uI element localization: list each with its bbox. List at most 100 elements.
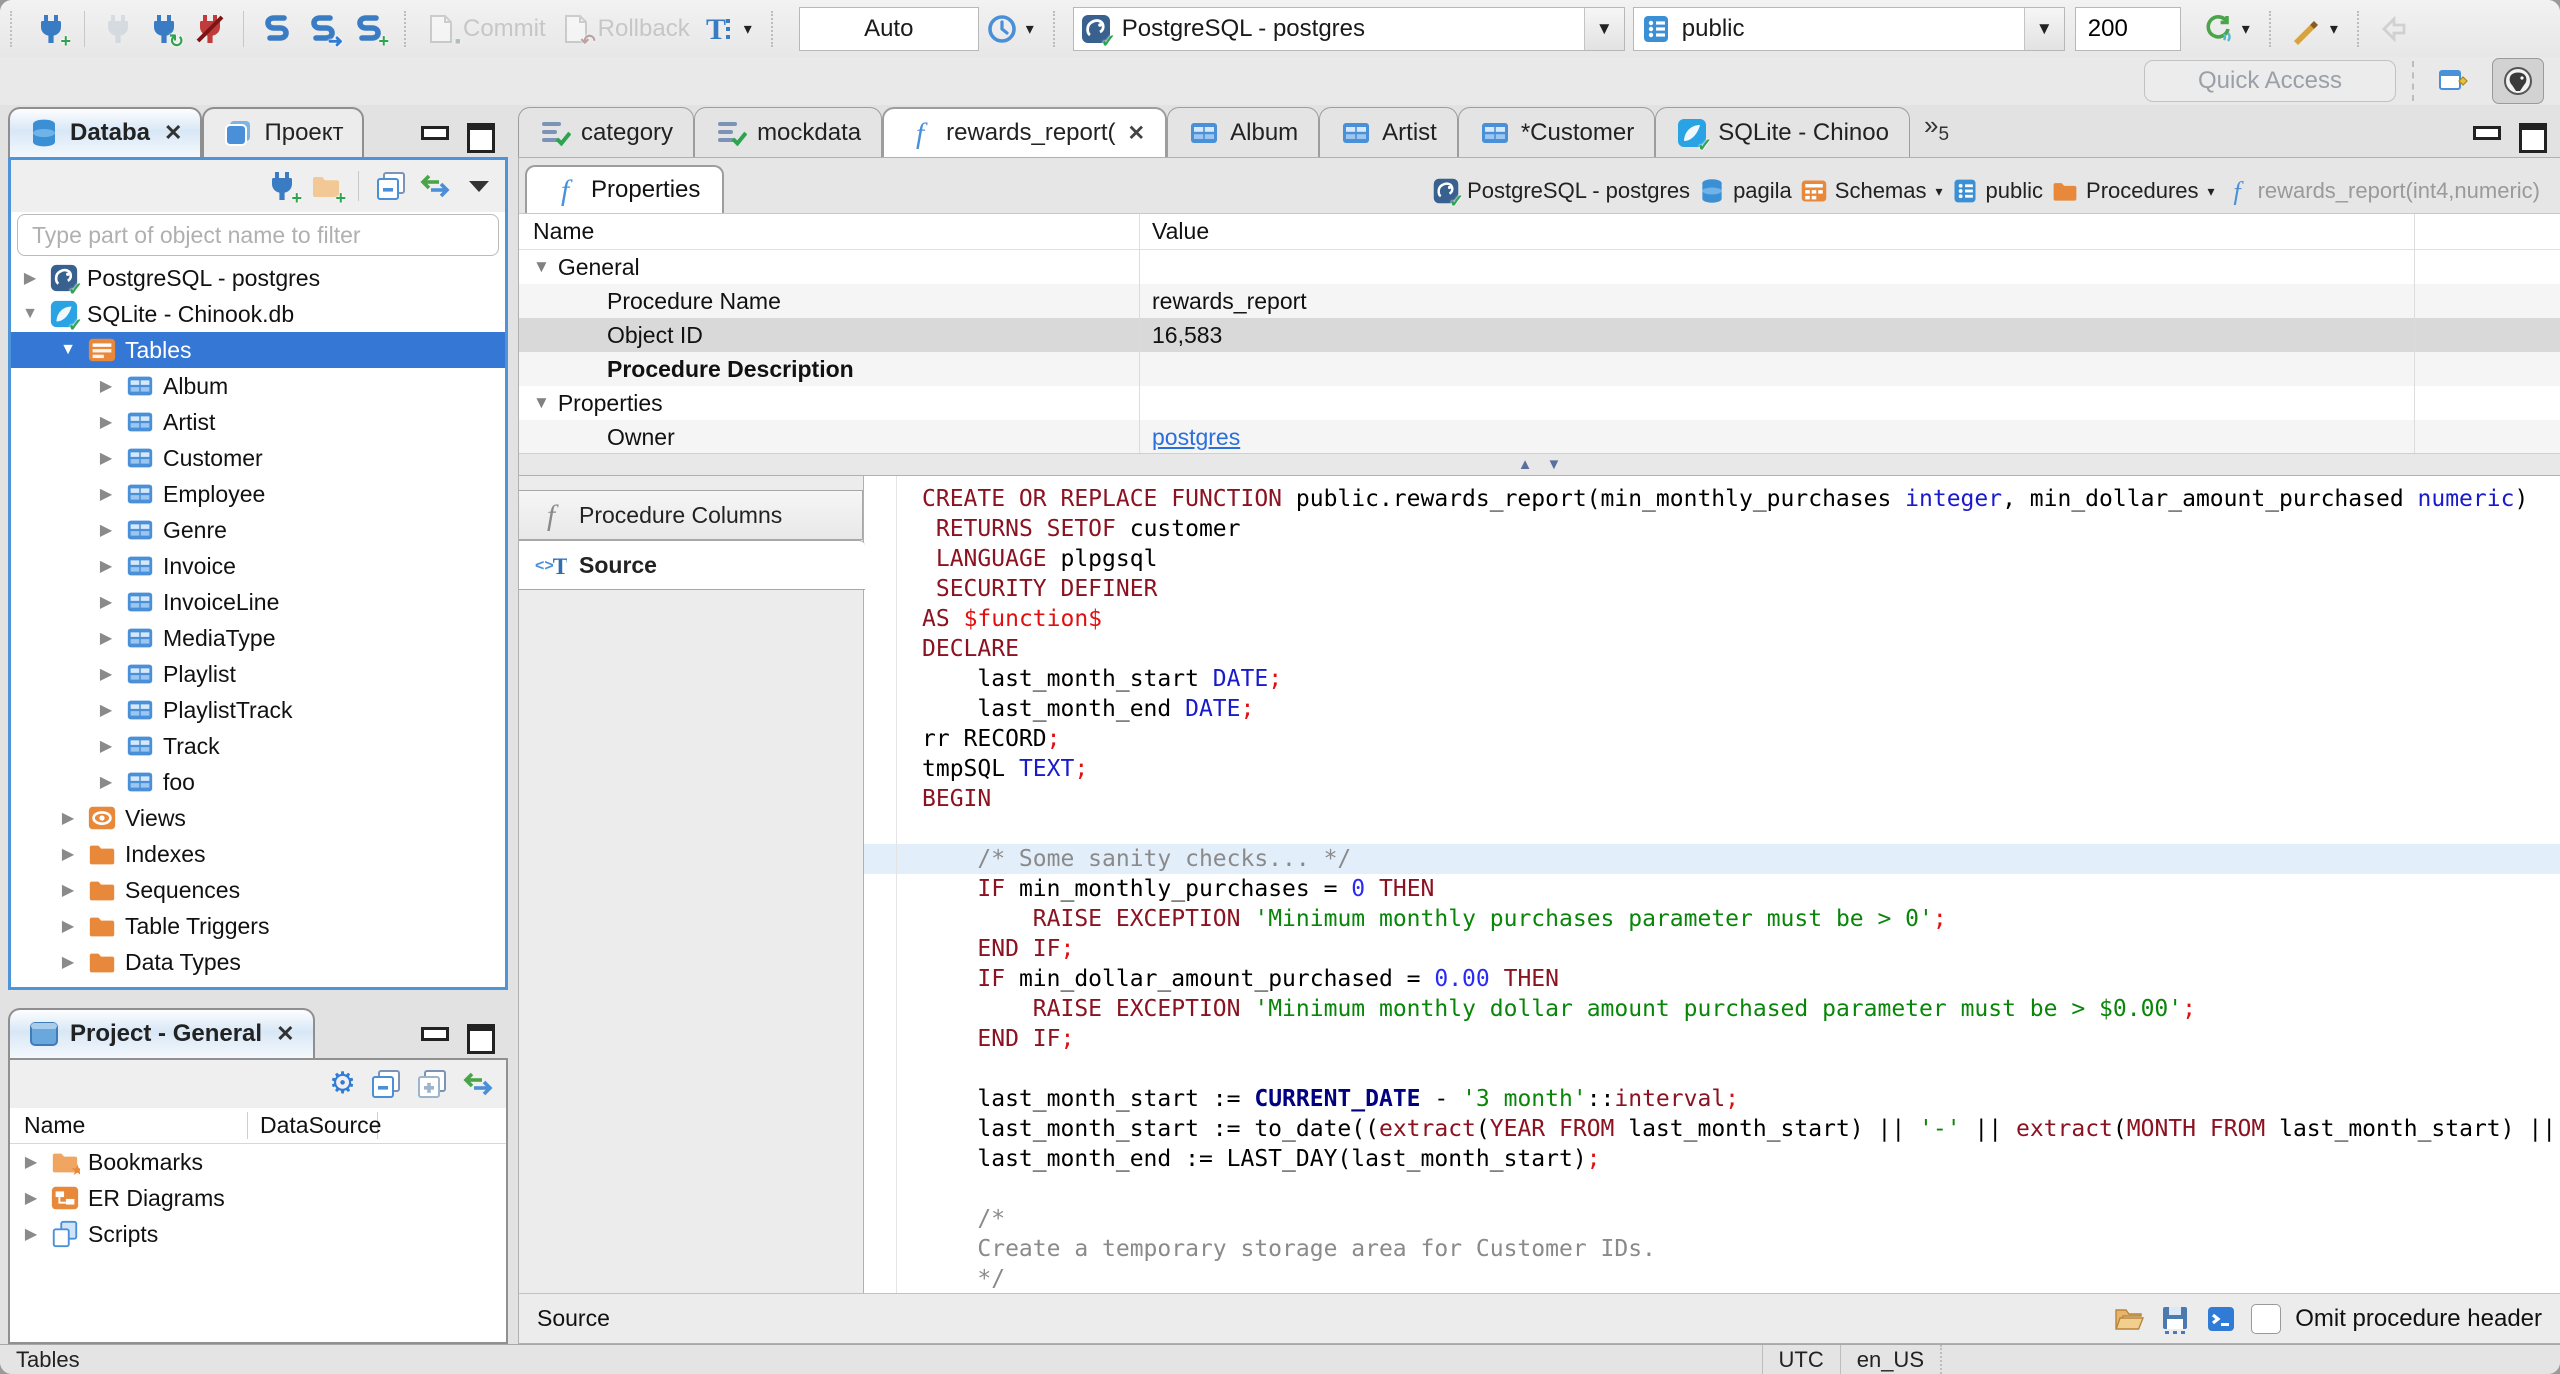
chevron-right-icon[interactable]: ▶ — [20, 1152, 42, 1172]
chevron-right-icon[interactable]: ▶ — [95, 448, 117, 468]
breadcrumb-item-rewards-report-int4-numeric-[interactable]: f rewards_report(int4,numeric) — [2223, 177, 2540, 205]
chevron-right-icon[interactable]: ▶ — [20, 1224, 42, 1244]
sql-format-button[interactable]: ▾ — [2283, 9, 2345, 49]
close-icon[interactable]: ✕ — [164, 120, 182, 146]
column-header-name[interactable]: Name — [10, 1112, 248, 1139]
chevron-down-icon[interactable]: ▼ — [533, 393, 550, 413]
property-row-object-id[interactable]: Object ID 16,583 — [519, 318, 2560, 352]
editor-tab-album[interactable]: Album — [1167, 107, 1320, 157]
chevron-down-icon[interactable]: ▼ — [533, 257, 550, 277]
navigator-filter-input[interactable] — [17, 214, 499, 256]
chevron-right-icon[interactable]: ▶ — [95, 412, 117, 432]
chevron-right-icon[interactable]: ▶ — [95, 592, 117, 612]
chevron-right-icon[interactable]: ▶ — [95, 484, 117, 504]
tree-item-mediatype[interactable]: ▶ MediaType — [11, 620, 505, 656]
expand-all-icon[interactable] — [416, 1068, 448, 1100]
save-icon[interactable] — [2159, 1303, 2191, 1335]
new-folder-icon[interactable]: + — [310, 170, 346, 207]
chevron-right-icon[interactable]: ▶ — [57, 916, 79, 936]
schema-combo[interactable]: public ▼ — [1632, 6, 2065, 51]
new-connection-button[interactable]: + — [28, 9, 74, 50]
tree-item-album[interactable]: ▶ Album — [11, 368, 505, 404]
tree-item-artist[interactable]: ▶ Artist — [11, 404, 505, 440]
chevron-right-icon[interactable]: ▶ — [95, 376, 117, 396]
editor-tab--customer[interactable]: *Customer — [1457, 107, 1656, 157]
tab-project-general[interactable]: Project - General ✕ — [8, 1008, 315, 1058]
tree-item-indexes[interactable]: ▶ Indexes — [11, 836, 505, 872]
fetch-size-input[interactable] — [2074, 6, 2181, 51]
link-editor-icon[interactable] — [419, 170, 451, 202]
collapse-all-icon[interactable] — [370, 1068, 402, 1100]
chevron-right-icon[interactable]: ▶ — [95, 520, 117, 540]
tree-item-foo[interactable]: ▶ foo — [11, 764, 505, 800]
close-icon[interactable]: ✕ — [276, 1021, 294, 1047]
rollback-button[interactable]: ↶ Rollback — [553, 9, 697, 50]
chevron-right-icon[interactable]: ▶ — [95, 556, 117, 576]
tab-database-navigator[interactable]: Databa ✕ — [8, 107, 203, 157]
tree-item-tables[interactable]: ▼ Tables — [11, 332, 505, 368]
close-icon[interactable]: ✕ — [1128, 121, 1146, 146]
tree-item-playlisttrack[interactable]: ▶ PlaylistTrack — [11, 692, 505, 728]
omit-procedure-header-checkbox[interactable] — [2251, 1303, 2282, 1334]
property-row-procedure-description[interactable]: Procedure Description — [519, 352, 2560, 386]
tree-item-playlist[interactable]: ▶ Playlist — [11, 656, 505, 692]
open-file-icon[interactable] — [2113, 1303, 2145, 1335]
chevron-right-icon[interactable]: ▶ — [95, 664, 117, 684]
status-locale[interactable]: en_US — [1839, 1345, 1942, 1374]
chevron-right-icon[interactable]: ▶ — [57, 844, 79, 864]
chevron-down-icon[interactable]: ▾ — [1936, 183, 1943, 200]
chevron-down-icon[interactable]: ▼ — [19, 305, 41, 323]
tree-item-views[interactable]: ▶ Views — [11, 800, 505, 836]
schema-dropdown-button[interactable]: ▼ — [2023, 7, 2064, 50]
property-value-link[interactable]: postgres — [1152, 424, 1240, 451]
tree-item-employee[interactable]: ▶ Employee — [11, 476, 505, 512]
breadcrumb-item-postgresql-postgres[interactable]: ✓ PostgreSQL - postgres — [1432, 177, 1690, 210]
tree-item-sqlite-chinook-db[interactable]: ▼ ✓ SQLite - Chinook.db — [11, 296, 505, 335]
source-code-editor[interactable]: CREATE OR REPLACE FUNCTION public.reward… — [864, 476, 2560, 1293]
query-history-button[interactable]: ▾ — [979, 9, 1041, 49]
breadcrumb-item-public[interactable]: public — [1951, 177, 2043, 205]
gear-icon[interactable]: ⚙ — [329, 1069, 356, 1099]
maximize-icon[interactable] — [464, 1022, 495, 1054]
console-icon[interactable] — [2205, 1303, 2237, 1335]
chevron-right-icon[interactable]: ▶ — [95, 628, 117, 648]
editor-tab-mockdata[interactable]: mockdata — [694, 107, 883, 157]
chevron-right-icon[interactable]: ▶ — [57, 808, 79, 828]
chevron-right-icon[interactable]: ▶ — [20, 1188, 42, 1208]
chevron-down-icon[interactable]: ▼ — [57, 341, 79, 359]
maximize-icon[interactable] — [464, 121, 495, 153]
connection-dropdown-button[interactable]: ▼ — [1583, 7, 1624, 50]
back-button[interactable] — [2371, 9, 2417, 49]
connect-button[interactable] — [95, 9, 141, 49]
tree-item-genre[interactable]: ▶ Genre — [11, 512, 505, 548]
commit-button[interactable]: ▪ Commit — [418, 9, 553, 50]
sash-up-icon[interactable]: ▲ — [1518, 456, 1533, 473]
property-row-properties[interactable]: ▼ Properties — [519, 386, 2560, 420]
property-row-owner[interactable]: Owner postgres — [519, 420, 2560, 453]
chevron-right-icon[interactable]: ▶ — [57, 952, 79, 972]
property-row-procedure-name[interactable]: Procedure Name rewards_report — [519, 284, 2560, 318]
new-sql-script-button[interactable]: + — [346, 9, 392, 50]
tree-item-sequences[interactable]: ▶ Sequences — [11, 872, 505, 908]
column-header-datasource[interactable]: DataSource — [248, 1112, 381, 1139]
chevron-right-icon[interactable]: ▶ — [57, 880, 79, 900]
tree-item-invoice[interactable]: ▶ Invoice — [11, 548, 505, 584]
chevron-down-icon[interactable]: ▾ — [2208, 183, 2215, 200]
editor-tab-rewards-report-[interactable]: f rewards_report(✕ — [882, 107, 1168, 157]
tab-project[interactable]: Проект — [202, 107, 364, 157]
maximize-icon[interactable] — [2516, 121, 2547, 153]
transaction-mode-button[interactable]: T ▾ — [697, 9, 759, 49]
column-header-name[interactable]: Name — [519, 218, 1139, 245]
new-sql-editor-button[interactable] — [254, 9, 300, 49]
open-perspective-button[interactable] — [2430, 61, 2476, 101]
editor-tab-sqlite-chinoo[interactable]: ✓ SQLite - Chinoo — [1655, 107, 1910, 157]
refresh-button[interactable]: ▾ — [2195, 9, 2257, 49]
minimize-icon[interactable] — [418, 1022, 449, 1050]
minimize-icon[interactable] — [418, 121, 449, 149]
chevron-right-icon[interactable]: ▶ — [95, 772, 117, 792]
breadcrumb-item-pagila[interactable]: pagila — [1698, 177, 1792, 205]
tree-item-invoiceline[interactable]: ▶ InvoiceLine — [11, 584, 505, 620]
project-item-bookmarks[interactable]: ▶ ★ Bookmarks — [10, 1144, 506, 1180]
tab-properties[interactable]: f Properties — [525, 165, 725, 213]
project-item-er-diagrams[interactable]: ▶ ER Diagrams — [10, 1180, 506, 1216]
